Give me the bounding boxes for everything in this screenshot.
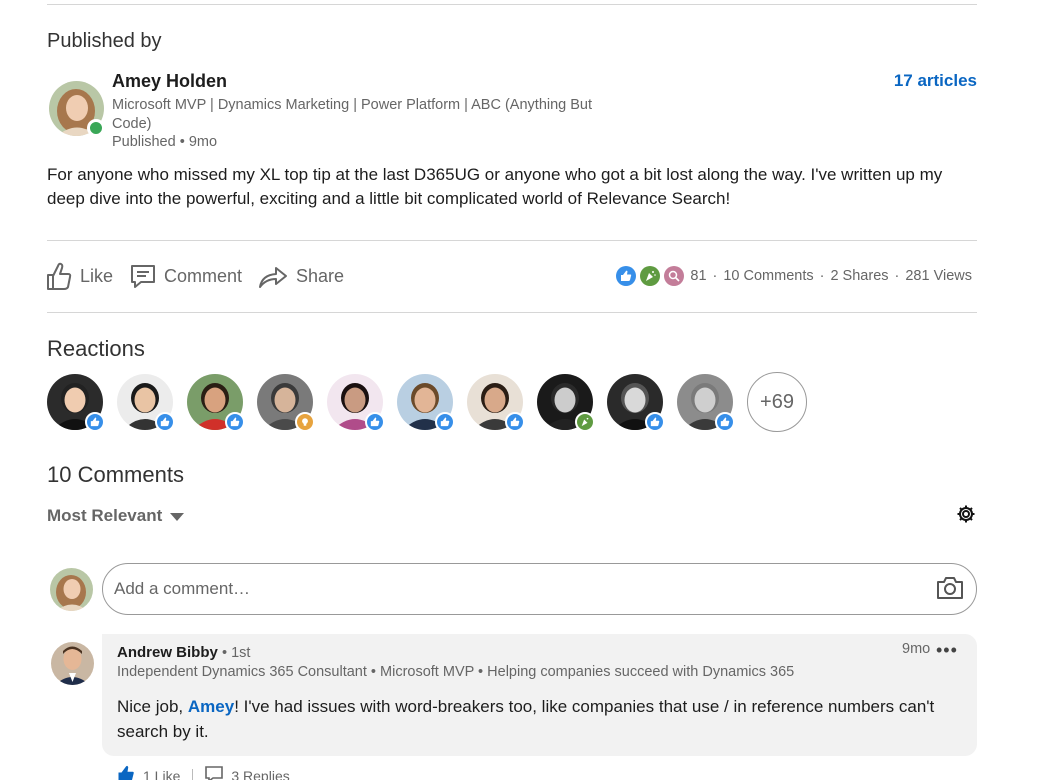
like-reaction-icon [645,412,665,432]
reactor-avatar[interactable] [467,374,525,432]
comment-button[interactable]: Comment [130,258,242,294]
sort-comments-dropdown[interactable]: Most Relevant [47,506,185,526]
commenter-name[interactable]: Andrew Bibby • 1st [117,644,250,661]
like-label: Like [80,265,114,286]
connection-degree: • 1st [222,645,251,661]
caret-down-icon [170,506,185,526]
comment-like-button[interactable]: 1 Like [117,765,180,780]
gear-icon[interactable] [956,504,976,524]
reactions-heading: Reactions [47,336,145,361]
like-reaction-icon [435,412,455,432]
camera-icon[interactable] [936,575,964,601]
share-button[interactable]: Share [258,258,344,294]
share-label: Share [296,265,345,286]
author-name[interactable]: Amey Holden [112,71,227,92]
comment-likes-count: 1 Like [143,767,181,780]
reactor-avatar[interactable] [607,374,665,432]
mention-link[interactable]: Amey [188,697,234,716]
replies-count: 3 Replies [231,767,290,780]
reaction-count[interactable]: 81 [690,268,706,284]
add-comment-input[interactable] [102,563,977,615]
like-reaction-icon [616,266,637,286]
comment-text-after: ! I've had issues with word-breakers too… [117,697,935,741]
commenter-name-text: Andrew Bibby [117,644,218,661]
reactor-avatar[interactable] [677,374,735,432]
comments-heading: 10 Comments [47,462,184,487]
post-text: For anyone who missed my XL top tip at t… [47,165,943,208]
actions-divider [47,312,977,313]
like-button[interactable]: Like [46,258,113,294]
comment-text: Nice job, Amey! I've had issues with wor… [117,694,962,744]
sort-label: Most Relevant [47,506,163,525]
like-reaction-icon [85,412,105,432]
reactor-avatar[interactable] [187,374,245,432]
social-counts: 81 · 10 Comments · 2 Shares · 281 Views [616,266,972,286]
like-reaction-icon [715,412,735,432]
like-reaction-icon [225,412,245,432]
separator: · [819,268,825,284]
reactor-avatar[interactable] [537,374,595,432]
current-user-avatar [50,568,93,611]
share-arrow-icon [258,263,288,289]
reactor-avatar[interactable] [47,374,105,432]
comment-actions: 1 Like 3 Replies [117,765,290,780]
comment-time: 9mo [902,641,931,657]
reactor-avatar[interactable] [117,374,175,432]
online-status-icon [87,119,105,137]
separator: · [894,268,900,284]
comment-icon [205,766,224,780]
curious-reaction-icon [664,266,685,286]
top-divider [47,4,977,5]
reactor-avatar[interactable] [257,374,315,432]
views-count: 281 Views [905,268,972,284]
thumbs-up-icon [46,262,72,290]
articles-link[interactable]: 17 articles [894,71,977,91]
comment-icon [130,263,156,289]
published-time: Published • 9mo [112,134,218,150]
celebrate-reaction-icon [575,412,595,432]
author-headline: Microsoft MVP | Dynamics Marketing | Pow… [112,97,593,132]
commenter-avatar[interactable] [51,642,94,685]
like-reaction-icon [365,412,385,432]
comment-more-options-button[interactable]: ••• [936,640,958,661]
like-reaction-icon [117,765,135,780]
celebrate-reaction-icon [640,266,661,286]
insightful-reaction-icon [295,412,315,432]
published-by-heading: Published by [47,30,162,52]
comments-count[interactable]: 10 Comments [723,268,813,284]
comment-text-before: Nice job, [117,697,188,716]
reactor-avatar[interactable] [397,374,455,432]
reactor-avatar[interactable] [327,374,385,432]
reactors-list: +69 [47,372,807,432]
like-reaction-icon [505,412,525,432]
commenter-headline: Independent Dynamics 365 Consultant • Mi… [117,664,795,680]
replies-button[interactable]: 3 Replies [205,766,290,780]
more-reactors-button[interactable]: +69 [747,372,807,432]
post-divider [47,240,977,241]
divider [192,768,194,780]
like-reaction-icon [155,412,175,432]
shares-count[interactable]: 2 Shares [830,268,888,284]
comment-label: Comment [164,265,243,286]
separator: · [712,268,718,284]
